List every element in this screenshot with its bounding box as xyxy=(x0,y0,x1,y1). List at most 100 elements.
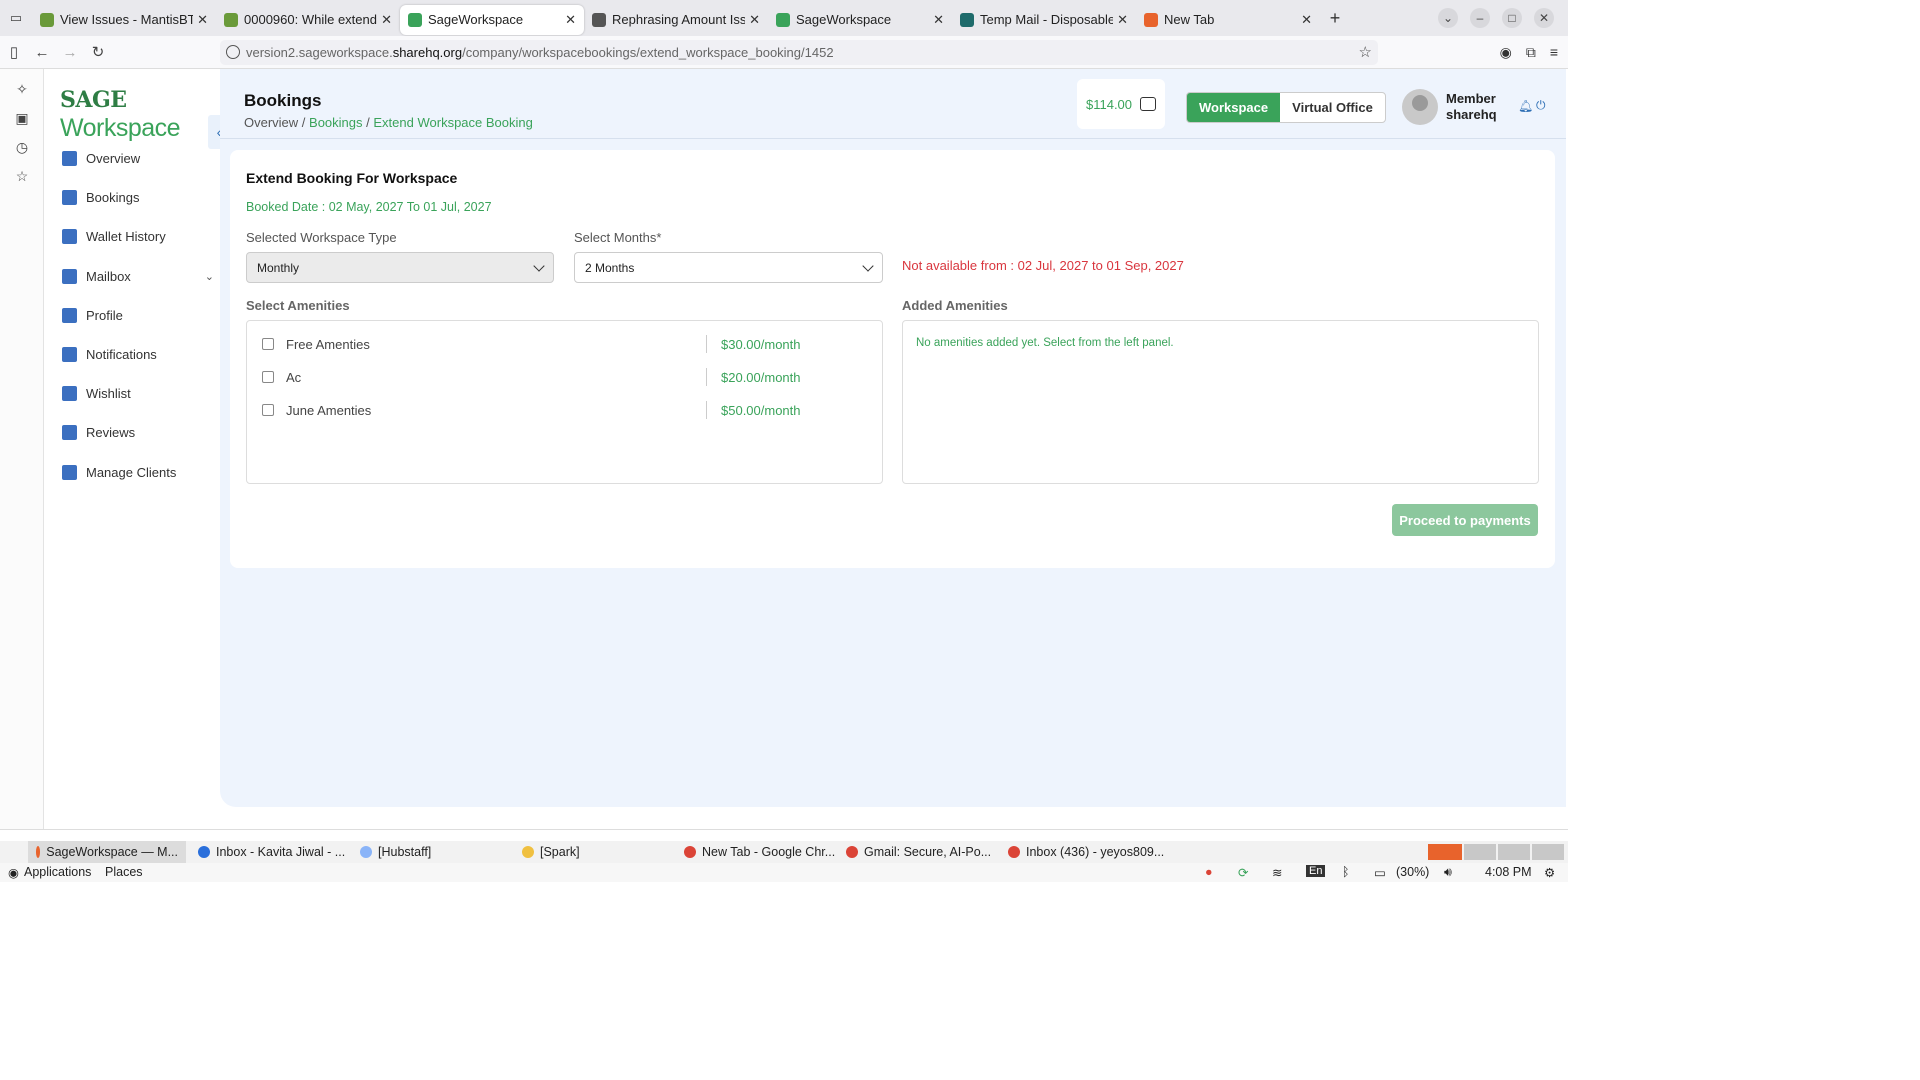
breadcrumb-overview[interactable]: Overview / xyxy=(244,115,305,130)
firefox-icon xyxy=(36,846,41,858)
sidebar-item-wallet-history[interactable]: Wallet History xyxy=(44,217,220,256)
sidebar-item-notifications[interactable]: Notifications xyxy=(44,335,220,374)
bookmarks-icon[interactable]: ☆ xyxy=(0,168,44,185)
wallet-add-icon xyxy=(1140,97,1157,111)
history-icon[interactable]: ◷ xyxy=(0,139,44,156)
applications-menu[interactable]: Applications xyxy=(24,865,91,879)
menu-icon[interactable]: ≡ xyxy=(1550,44,1558,61)
places-menu[interactable]: Places xyxy=(105,865,143,879)
user-profile[interactable]: Member sharehq xyxy=(1402,89,1497,125)
workspace-switcher-active[interactable] xyxy=(1428,844,1462,860)
amenity-checkbox[interactable] xyxy=(262,338,274,350)
browser-tab-active[interactable]: SageWorkspace ✕ xyxy=(400,4,584,35)
close-tab-icon[interactable]: ✕ xyxy=(565,12,576,28)
list-all-tabs-icon[interactable]: ⌄ xyxy=(1438,8,1458,28)
forward-icon[interactable]: → xyxy=(56,44,84,61)
added-amenities-label: Added Amenities xyxy=(902,298,1008,313)
wallet-balance[interactable]: $114.00 xyxy=(1077,79,1165,129)
header-divider xyxy=(220,138,1566,139)
amenity-checkbox[interactable] xyxy=(262,404,274,416)
browser-tab[interactable]: 0000960: While extend th ✕ xyxy=(216,5,400,35)
extensions-icon[interactable]: ⧉ xyxy=(1526,44,1536,61)
taskbar-item[interactable]: Inbox (436) - yeyos809... xyxy=(1000,841,1172,863)
sidebar-toggle-icon[interactable]: ▯ xyxy=(0,43,28,61)
taskbar-item[interactable]: Inbox - Kavita Jiwal - ... xyxy=(190,841,353,863)
sidebar-item-bookings[interactable]: Bookings xyxy=(44,178,220,217)
browser-tab[interactable]: SageWorkspace ✕ xyxy=(768,5,952,35)
bluetooth-icon[interactable]: ᛒ xyxy=(1342,865,1350,879)
close-tab-icon[interactable]: ✕ xyxy=(1117,12,1128,28)
sidebar-item-manage-clients[interactable]: Manage Clients xyxy=(44,453,220,492)
close-tab-icon[interactable]: ✕ xyxy=(933,12,944,28)
close-tab-icon[interactable]: ✕ xyxy=(749,12,760,28)
chevron-down-icon: ⌄ xyxy=(204,270,214,283)
browser-tab[interactable]: Temp Mail - Disposable Te✕ xyxy=(952,5,1136,35)
site-info-icon[interactable] xyxy=(226,45,240,59)
power-icon[interactable]: ⏻ xyxy=(1536,98,1546,113)
sage-workspace-logo[interactable]: SAGE Workspace xyxy=(60,85,220,143)
workspace-type-select[interactable]: Monthly xyxy=(246,252,554,283)
empty-amenities-message: No amenities added yet. Select from the … xyxy=(916,337,1174,349)
page-title: Bookings xyxy=(244,91,322,110)
new-tab-button[interactable]: + xyxy=(1320,8,1350,29)
breadcrumb-current: Extend Workspace Booking xyxy=(373,115,533,130)
bookmark-star-icon[interactable]: ☆ xyxy=(1359,43,1372,61)
profile-icon xyxy=(62,307,77,323)
thunderbird-icon xyxy=(198,846,210,858)
ai-chat-icon[interactable]: ✧ xyxy=(0,81,44,98)
taskbar-item[interactable]: Gmail: Secure, AI-Po... xyxy=(838,841,999,863)
settings-gear-icon[interactable]: ⚙ xyxy=(1544,865,1555,880)
browser-tab[interactable]: View Issues - MantisBT ✕ xyxy=(32,5,216,35)
sidebar-item-reviews[interactable]: Reviews xyxy=(44,413,220,452)
chrome-tray-icon[interactable]: ● xyxy=(1205,865,1213,879)
reload-icon[interactable]: ↻ xyxy=(84,43,112,61)
taskbar-item[interactable]: [Hubstaff] xyxy=(352,841,439,863)
workspace-switcher[interactable] xyxy=(1464,844,1496,860)
account-icon[interactable]: ◉ xyxy=(1500,44,1512,61)
close-window-icon[interactable]: ✕ xyxy=(1534,8,1554,28)
browser-tab[interactable]: Rephrasing Amount Issue✕ xyxy=(584,5,768,35)
workspace-toggle-button[interactable]: Workspace xyxy=(1187,93,1281,122)
list-item: June Amenties $50.00/month xyxy=(262,400,862,420)
volume-icon[interactable]: 🔊︎ xyxy=(1444,865,1452,880)
app-sidebar: SAGE Workspace ‹ Overview Bookings Walle… xyxy=(44,69,230,829)
close-tab-icon[interactable]: ✕ xyxy=(1301,12,1312,28)
sidebar-item-mailbox[interactable]: Mailbox ⌄ xyxy=(44,257,220,296)
months-select[interactable]: 2 Months xyxy=(574,252,883,283)
minimize-icon[interactable]: – xyxy=(1470,8,1490,28)
close-tab-icon[interactable]: ✕ xyxy=(381,12,392,28)
extend-booking-card: Extend Booking For Workspace Booked Date… xyxy=(230,150,1555,568)
tab-list-icon[interactable]: ▭ xyxy=(0,0,32,36)
proceed-to-payments-button[interactable]: Proceed to payments xyxy=(1392,504,1538,536)
os-taskbar: SageWorkspace — M... Inbox - Kavita Jiwa… xyxy=(0,841,1568,863)
taskbar-item[interactable]: [Spark] xyxy=(514,841,588,863)
taskbar-item[interactable]: SageWorkspace — M... xyxy=(28,841,186,863)
amenity-checkbox[interactable] xyxy=(262,371,274,383)
bell-icon[interactable]: 🔔︎ xyxy=(1518,99,1533,113)
breadcrumb: Overview / Bookings / Extend Workspace B… xyxy=(244,115,533,130)
clock[interactable]: 4:08 PM xyxy=(1485,865,1532,879)
maximize-icon[interactable]: □ xyxy=(1502,8,1522,28)
battery-icon[interactable]: ▭ xyxy=(1374,865,1386,880)
virtual-office-toggle-button[interactable]: Virtual Office xyxy=(1280,93,1385,122)
added-amenities-panel: No amenities added yet. Select from the … xyxy=(902,320,1539,484)
sidebar-item-wishlist[interactable]: Wishlist xyxy=(44,374,220,413)
breadcrumb-bookings[interactable]: Bookings xyxy=(309,115,362,130)
browser-tab[interactable]: New Tab ✕ xyxy=(1136,5,1320,35)
sync-tray-icon[interactable]: ⟳ xyxy=(1238,865,1248,880)
url-bar[interactable]: version2.sageworkspace. sharehq.org/compa… xyxy=(220,40,1378,65)
workspace-switcher[interactable] xyxy=(1498,844,1530,860)
wifi-icon[interactable]: ≋ xyxy=(1272,865,1282,880)
sidebar-item-profile[interactable]: Profile xyxy=(44,296,220,335)
mantis-favicon-icon xyxy=(224,12,238,27)
taskbar-item[interactable]: New Tab - Google Chr... xyxy=(676,841,843,863)
keyboard-layout[interactable]: En xyxy=(1306,865,1326,877)
booked-date: Booked Date : 02 May, 2027 To 01 Jul, 20… xyxy=(246,200,492,214)
workspace-switcher[interactable] xyxy=(1532,844,1564,860)
chrome-icon xyxy=(684,846,696,858)
close-tab-icon[interactable]: ✕ xyxy=(197,12,208,28)
back-icon[interactable]: ← xyxy=(28,44,56,61)
synced-tabs-icon[interactable]: ▣ xyxy=(0,110,44,127)
firefox-favicon-icon xyxy=(1144,12,1158,27)
sidebar-item-overview[interactable]: Overview xyxy=(44,139,220,178)
